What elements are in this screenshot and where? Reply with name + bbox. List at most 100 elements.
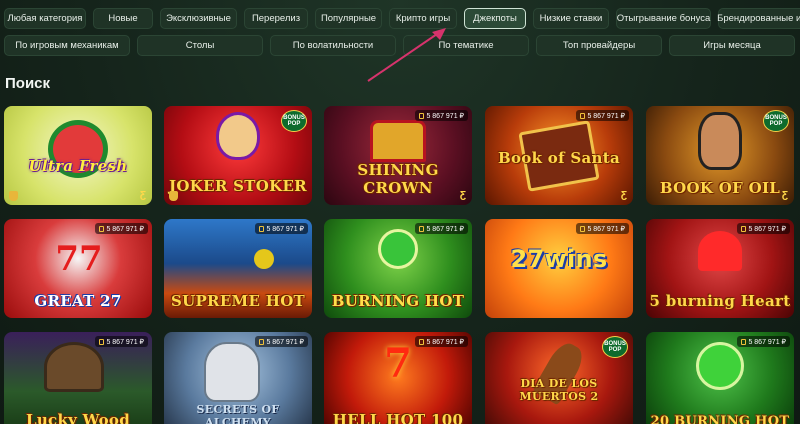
game-title: DIA DE LOS MUERTOS 2 (519, 377, 599, 403)
jackpot-badge: 5 867 971 ₽ (95, 336, 148, 347)
game-tile[interactable]: 5 867 971 ₽ 5 burning Heart (646, 219, 794, 318)
lock-icon (259, 338, 265, 345)
game-tile[interactable]: 5 867 971 ₽ 20 BURNING HOT (646, 332, 794, 424)
bonus-pop-badge: BONUS POP (281, 110, 307, 132)
jackpot-amount: 5 867 971 ₽ (748, 225, 786, 233)
clover-icon (378, 229, 418, 269)
game-title: Ultra Fresh (28, 157, 128, 175)
jackpot-amount: 5 867 971 ₽ (106, 225, 144, 233)
lock-icon (419, 338, 425, 345)
lock-icon (580, 112, 586, 119)
game-tile[interactable]: 5 867 971 ₽ Lucky Wood (4, 332, 152, 424)
tree-house-icon (44, 342, 104, 392)
joker-face-icon (216, 112, 260, 160)
man-portrait-icon (698, 112, 742, 170)
jackpot-badge: 5 867 971 ₽ (576, 223, 629, 234)
game-title: JOKER STOKER (169, 177, 307, 195)
lock-icon (580, 225, 586, 232)
lock-icon (419, 225, 425, 232)
filter-crypto-games[interactable]: Крипто игры (389, 8, 457, 29)
lock-icon (741, 338, 747, 345)
filter-by-theme[interactable]: По тематике (403, 35, 529, 56)
jackpot-amount: 5 867 971 ₽ (587, 225, 625, 233)
fruit-icon (254, 249, 274, 269)
filter-games-of-month[interactable]: Игры месяца (669, 35, 795, 56)
game-tile[interactable]: 5 867 971 ₽ BURNING HOT (324, 219, 472, 318)
provider-logo-icon: Ƹ (781, 190, 788, 201)
jackpot-badge: 5 867 971 ₽ (95, 223, 148, 234)
jackpot-badge: 5 867 971 ₽ (576, 110, 629, 121)
game-title: 20 BURNING HOT (650, 414, 790, 424)
game-tile[interactable]: BONUS POP JOKER STOKER (164, 106, 312, 205)
trophy-icon (169, 191, 178, 201)
filter-branded-games[interactable]: Брендированные игры (717, 8, 800, 29)
filter-top-providers[interactable]: Топ провайдеры (536, 35, 662, 56)
crown-icon (370, 120, 426, 162)
game-title: BURNING HOT (331, 292, 465, 310)
game-tile[interactable]: 5 867 971 ₽ SUPREME HOT (164, 219, 312, 318)
game-tile[interactable]: 77 5 867 971 ₽ GREAT 27 (4, 219, 152, 318)
game-tile[interactable]: BONUS POP BOOK OF OIL Ƹ (646, 106, 794, 205)
number-7-icon: 7 (384, 340, 412, 387)
lock-icon (259, 225, 265, 232)
filter-bonus-wagering[interactable]: Отыгрывание бонуса (616, 8, 711, 29)
filter-any-category[interactable]: Любая категория (4, 8, 86, 29)
filter-popular[interactable]: Популярные (315, 8, 382, 29)
trophy-icon (9, 191, 18, 201)
jackpot-amount: 5 867 971 ₽ (266, 338, 304, 346)
section-title: Поиск (5, 75, 51, 92)
lock-icon (99, 225, 105, 232)
filter-low-stakes[interactable]: Низкие ставки (533, 8, 609, 29)
jackpot-badge: 5 867 971 ₽ (737, 223, 790, 234)
jackpot-amount: 5 867 971 ₽ (587, 112, 625, 120)
filter-rerelease[interactable]: Перерелиз (244, 8, 308, 29)
jackpot-amount: 5 867 971 ₽ (748, 338, 786, 346)
filter-row-2: По игровым механикам Столы По волатильно… (4, 35, 795, 56)
game-art (4, 106, 152, 205)
wizard-icon (204, 342, 260, 402)
jackpot-amount: 5 867 971 ₽ (106, 338, 144, 346)
jackpot-badge: 5 867 971 ₽ (737, 336, 790, 347)
number-77-icon: 77 (55, 239, 103, 279)
jackpot-amount: 5 867 971 ₽ (426, 338, 464, 346)
jackpot-badge: 5 867 971 ₽ (415, 110, 468, 121)
filter-exclusive[interactable]: Эксклюзивные (160, 8, 237, 29)
game-title: SHINING CROWN (357, 161, 439, 197)
game-title: 5 burning Heart (649, 292, 791, 310)
provider-logo-icon: Ƹ (459, 190, 466, 201)
jackpot-badge: 5 867 971 ₽ (415, 223, 468, 234)
bonus-pop-badge: BONUS POP (763, 110, 789, 132)
filter-new[interactable]: Новые (93, 8, 153, 29)
game-tile[interactable]: 5 867 971 ₽ SHINING CROWN Ƹ (324, 106, 472, 205)
provider-logo-icon: Ƹ (139, 190, 146, 201)
game-title: HELL HOT 100 (332, 411, 464, 424)
filter-tables[interactable]: Столы (137, 35, 263, 56)
game-title: Book of Santa (498, 149, 620, 167)
filter-row-1: Любая категория Новые Эксклюзивные Перер… (4, 8, 800, 29)
game-tile[interactable]: BONUS POP DIA DE LOS MUERTOS 2 (485, 332, 633, 424)
lock-icon (99, 338, 105, 345)
jackpot-amount: 5 867 971 ₽ (426, 225, 464, 233)
game-tile[interactable]: 7 5 867 971 ₽ HELL HOT 100 (324, 332, 472, 424)
filter-by-mechanics[interactable]: По игровым механикам (4, 35, 130, 56)
jackpot-badge: 5 867 971 ₽ (255, 223, 308, 234)
lock-icon (419, 112, 425, 119)
jackpot-badge: 5 867 971 ₽ (255, 336, 308, 347)
filter-jackpots[interactable]: Джекпоты (464, 8, 526, 29)
heart-icon (698, 231, 742, 271)
game-tile[interactable]: 5 867 971 ₽ 27wins (485, 219, 633, 318)
game-title: 27wins (510, 245, 608, 273)
game-tile[interactable]: 5 867 971 ₽ Book of Santa Ƹ (485, 106, 633, 205)
game-title: SECRETS OF ALCHEMY (196, 403, 280, 424)
provider-logo-icon: Ƹ (620, 190, 627, 201)
lock-icon (741, 225, 747, 232)
game-title: GREAT 27 (34, 292, 122, 310)
jackpot-amount: 5 867 971 ₽ (266, 225, 304, 233)
clover-icon (696, 342, 744, 390)
game-title: SUPREME HOT (170, 292, 306, 310)
game-title: Lucky Wood (25, 411, 131, 424)
jackpot-badge: 5 867 971 ₽ (415, 336, 468, 347)
game-tile[interactable]: 5 867 971 ₽ SECRETS OF ALCHEMY (164, 332, 312, 424)
game-tile[interactable]: Ultra Fresh Ƹ (4, 106, 152, 205)
filter-by-volatility[interactable]: По волатильности (270, 35, 396, 56)
